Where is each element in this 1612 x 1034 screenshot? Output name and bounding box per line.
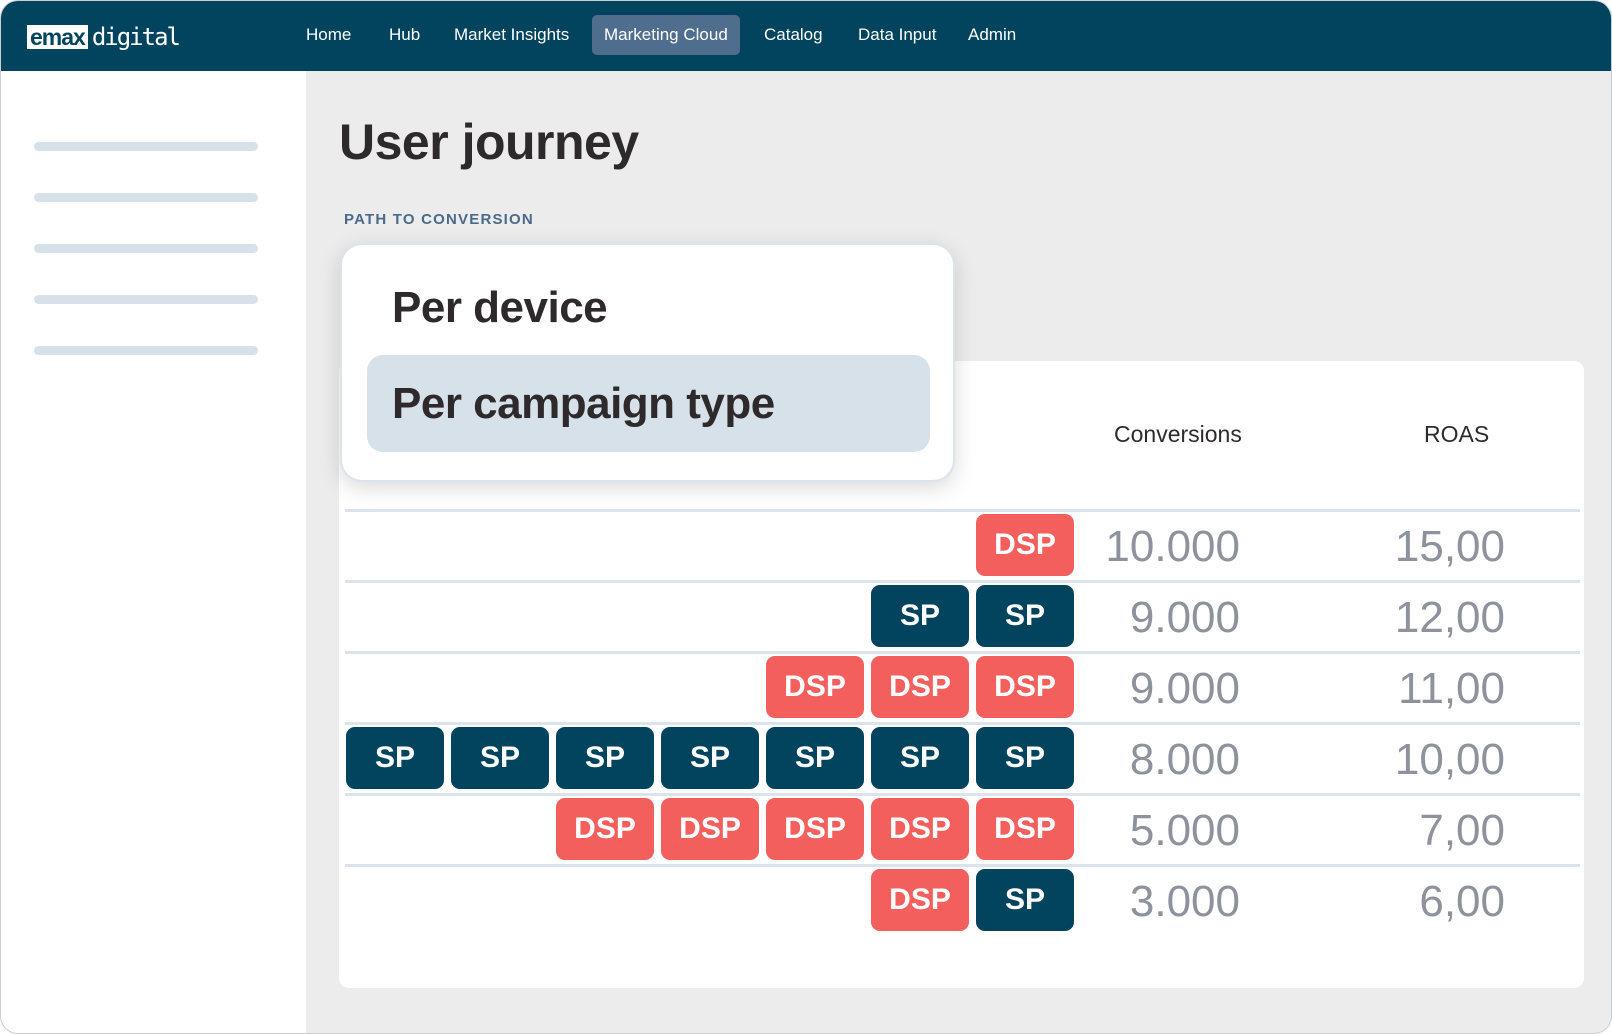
dropdown-option-per-device[interactable]: Per device	[367, 259, 930, 356]
table-row: DSP DSP DSP 9.000 11,00	[345, 651, 1580, 722]
dropdown-option-per-campaign-type[interactable]: Per campaign type	[367, 355, 930, 452]
campaign-chip-dsp: DSP	[871, 869, 969, 931]
logo-text: digital	[91, 23, 181, 51]
sidebar-placeholder	[34, 346, 258, 355]
path-chips: SP SP SP SP SP SP SP	[346, 727, 1074, 789]
nav-item-data-input[interactable]: Data Input	[858, 15, 936, 55]
campaign-chip-dsp: DSP	[766, 656, 864, 718]
table-row: DSP SP 3.000 6,00	[345, 864, 1580, 935]
app-window: emax digital Home Hub Market Insights Marke…	[0, 0, 1612, 1034]
logo[interactable]: emax digital	[27, 23, 181, 51]
campaign-chip-dsp: DSP	[976, 656, 1074, 718]
sidebar	[1, 71, 306, 1033]
roas-value: 6,00	[1419, 877, 1505, 926]
conversions-value: 9.000	[1129, 664, 1240, 713]
nav-item-market-insights[interactable]: Market Insights	[454, 15, 569, 55]
campaign-chip-sp: SP	[871, 727, 969, 789]
sidebar-placeholder	[34, 295, 258, 304]
campaign-chip-dsp: DSP	[871, 656, 969, 718]
roas-value: 10,00	[1394, 735, 1505, 784]
path-chips: SP SP	[871, 585, 1074, 647]
path-chips: DSP SP	[871, 869, 1074, 931]
campaign-chip-dsp: DSP	[871, 798, 969, 860]
campaign-chip-dsp: DSP	[976, 514, 1074, 576]
campaign-chip-sp: SP	[661, 727, 759, 789]
nav-item-hub[interactable]: Hub	[389, 15, 420, 55]
roas-value: 11,00	[1398, 664, 1505, 713]
conversions-value: 3.000	[1129, 877, 1240, 926]
table-row: DSP 10.000 15,00	[345, 509, 1580, 580]
sidebar-placeholder	[34, 244, 258, 253]
campaign-chip-sp: SP	[871, 585, 969, 647]
conversions-value: 8.000	[1129, 735, 1240, 784]
nav-item-catalog[interactable]: Catalog	[764, 15, 823, 55]
campaign-chip-dsp: DSP	[661, 798, 759, 860]
nav-item-home[interactable]: Home	[306, 15, 351, 55]
column-header-conversions: Conversions	[1114, 421, 1242, 447]
campaign-chip-sp: SP	[766, 727, 864, 789]
column-header-roas: ROAS	[1424, 421, 1490, 447]
campaign-chip-sp: SP	[976, 869, 1074, 931]
campaign-chip-dsp: DSP	[556, 798, 654, 860]
sidebar-placeholder	[34, 193, 258, 202]
table-row: DSP DSP DSP DSP DSP 5.000 7,00	[345, 793, 1580, 864]
conversions-value: 10.000	[1105, 522, 1240, 571]
path-dropdown-menu: Per device Per campaign type	[340, 243, 955, 482]
campaign-chip-sp: SP	[346, 727, 444, 789]
nav-item-marketing-cloud[interactable]: Marketing Cloud	[592, 15, 740, 55]
path-chips: DSP	[976, 514, 1074, 576]
roas-value: 12,00	[1394, 593, 1505, 642]
page-title: User journey	[339, 114, 639, 170]
conversions-value: 5.000	[1129, 806, 1240, 855]
conversions-value: 9.000	[1129, 593, 1240, 642]
campaign-chip-sp: SP	[976, 585, 1074, 647]
campaign-chip-sp: SP	[451, 727, 549, 789]
roas-value: 7,00	[1419, 806, 1505, 855]
section-label: PATH TO CONVERSION	[344, 211, 534, 228]
table-row: SP SP SP SP SP SP SP 8.000 10,00	[345, 722, 1580, 793]
path-chips: DSP DSP DSP DSP DSP	[556, 798, 1074, 860]
nav-item-admin[interactable]: Admin	[968, 15, 1016, 55]
logo-mark: emax	[27, 25, 88, 49]
sidebar-placeholder	[34, 142, 258, 151]
campaign-chip-dsp: DSP	[976, 798, 1074, 860]
campaign-chip-dsp: DSP	[766, 798, 864, 860]
path-chips: DSP DSP DSP	[766, 656, 1074, 718]
table-row: SP SP 9.000 12,00	[345, 580, 1580, 651]
top-nav: emax digital Home Hub Market Insights Marke…	[1, 1, 1611, 71]
roas-value: 15,00	[1394, 522, 1505, 571]
campaign-chip-sp: SP	[976, 727, 1074, 789]
campaign-chip-sp: SP	[556, 727, 654, 789]
